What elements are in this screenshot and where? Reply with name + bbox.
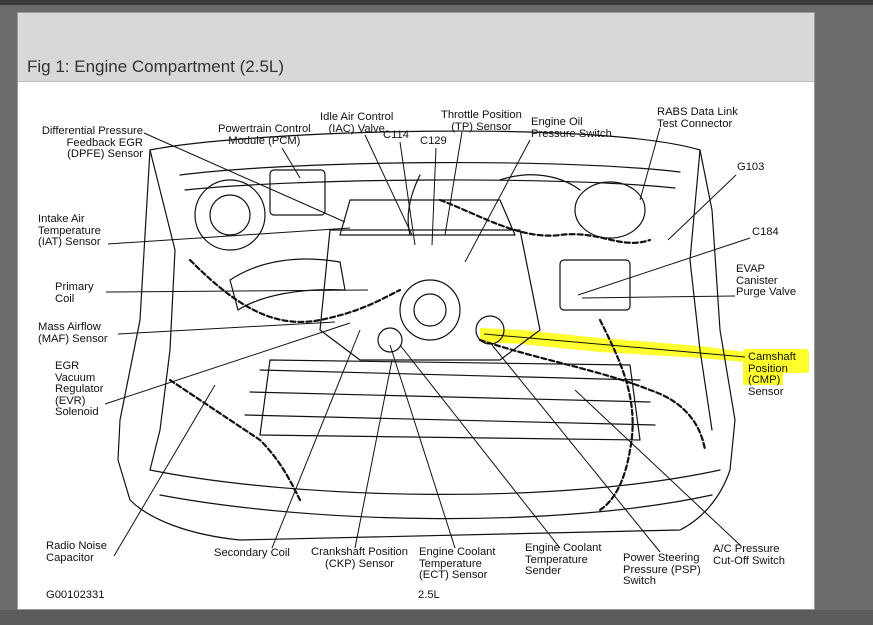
bumper — [149, 469, 721, 496]
label-ac: A/C Pressure Cut-Off Switch — [713, 543, 785, 567]
pulley-ps — [377, 327, 403, 353]
battery — [559, 259, 631, 311]
label-c114: C114 — [383, 129, 409, 141]
bottom-bar — [0, 610, 873, 625]
grille-low — [244, 414, 656, 426]
leader-pcm — [281, 147, 301, 179]
engine-illustration — [104, 127, 751, 557]
grille-top — [259, 369, 641, 381]
label-c184: C184 — [752, 226, 779, 238]
hose-2 — [407, 174, 421, 236]
leader-iat — [107, 227, 351, 245]
leader-lines — [104, 127, 751, 557]
leader-tp — [444, 131, 463, 236]
label-dpfe: Differential Pressure Feedback EGR (DPFE… — [41, 125, 143, 161]
hose-1 — [499, 174, 581, 191]
label-ect: Engine Coolant Temperature (ECT) Sensor — [419, 546, 496, 582]
label-rabs: RABS Data Link Test Connector — [657, 106, 738, 130]
pulley-inner — [413, 293, 447, 327]
air-filter-inner — [209, 194, 251, 236]
label-sender: Engine Coolant Temperature Sender — [525, 542, 602, 578]
grille-mid — [249, 391, 651, 403]
leader-radio — [113, 384, 216, 557]
reservoir — [574, 181, 646, 239]
leader-egr — [104, 322, 351, 405]
label-tp: Throttle Position (TP) Sensor — [441, 109, 522, 133]
label-ckp: Crankshaft Position (CKP) Sensor — [311, 546, 409, 570]
label-oil: Engine Oil Pressure Switch — [531, 116, 612, 140]
leader-coil — [105, 289, 369, 293]
harness-3 — [478, 338, 707, 452]
label-psp: Power Steering Pressure (PSP) Switch — [623, 552, 701, 588]
leader-c184 — [577, 237, 751, 296]
leader-ac — [574, 389, 741, 546]
bumper-lower — [159, 494, 713, 520]
harness-2 — [438, 198, 652, 244]
label-cmp: Camshaft Position (CMP) Sensor — [748, 351, 796, 398]
engine-size-caption: 2.5L — [418, 589, 440, 601]
label-pcm: Powertrain Control Module (PCM) — [218, 123, 311, 147]
label-coil: Primary Coil — [55, 281, 94, 305]
harness-4 — [168, 378, 302, 502]
cowl-2 — [184, 179, 676, 191]
leader-iac — [364, 134, 413, 236]
leader-ckp — [354, 359, 393, 549]
leader-rabs — [639, 127, 661, 201]
label-c129: C129 — [420, 135, 447, 147]
leader-oil — [464, 139, 531, 263]
label-egr: EGR Vacuum Regulator (EVR) Solenoid — [55, 360, 104, 419]
leader-evap — [581, 295, 736, 299]
cowl — [179, 161, 681, 176]
label-iat: Intake Air Temperature (IAT) Sensor — [38, 213, 101, 249]
fender-left — [149, 149, 176, 471]
leader-g103 — [667, 174, 737, 241]
label-radio: Radio Noise Capacitor — [46, 540, 107, 564]
label-secondary: Secondary Coil — [214, 547, 290, 559]
air-intake — [229, 258, 346, 311]
leader-maf — [117, 321, 336, 335]
leader-secondary — [271, 329, 361, 549]
label-maf: Mass Airflow (MAF) Sensor — [38, 321, 108, 345]
air-filter — [194, 179, 266, 251]
figure-code: G00102331 — [46, 589, 105, 601]
leader-psp — [491, 344, 661, 553]
label-evap: EVAP Canister Purge Valve — [736, 263, 797, 299]
label-g103: G103 — [737, 161, 765, 173]
pulley-main — [399, 279, 461, 341]
